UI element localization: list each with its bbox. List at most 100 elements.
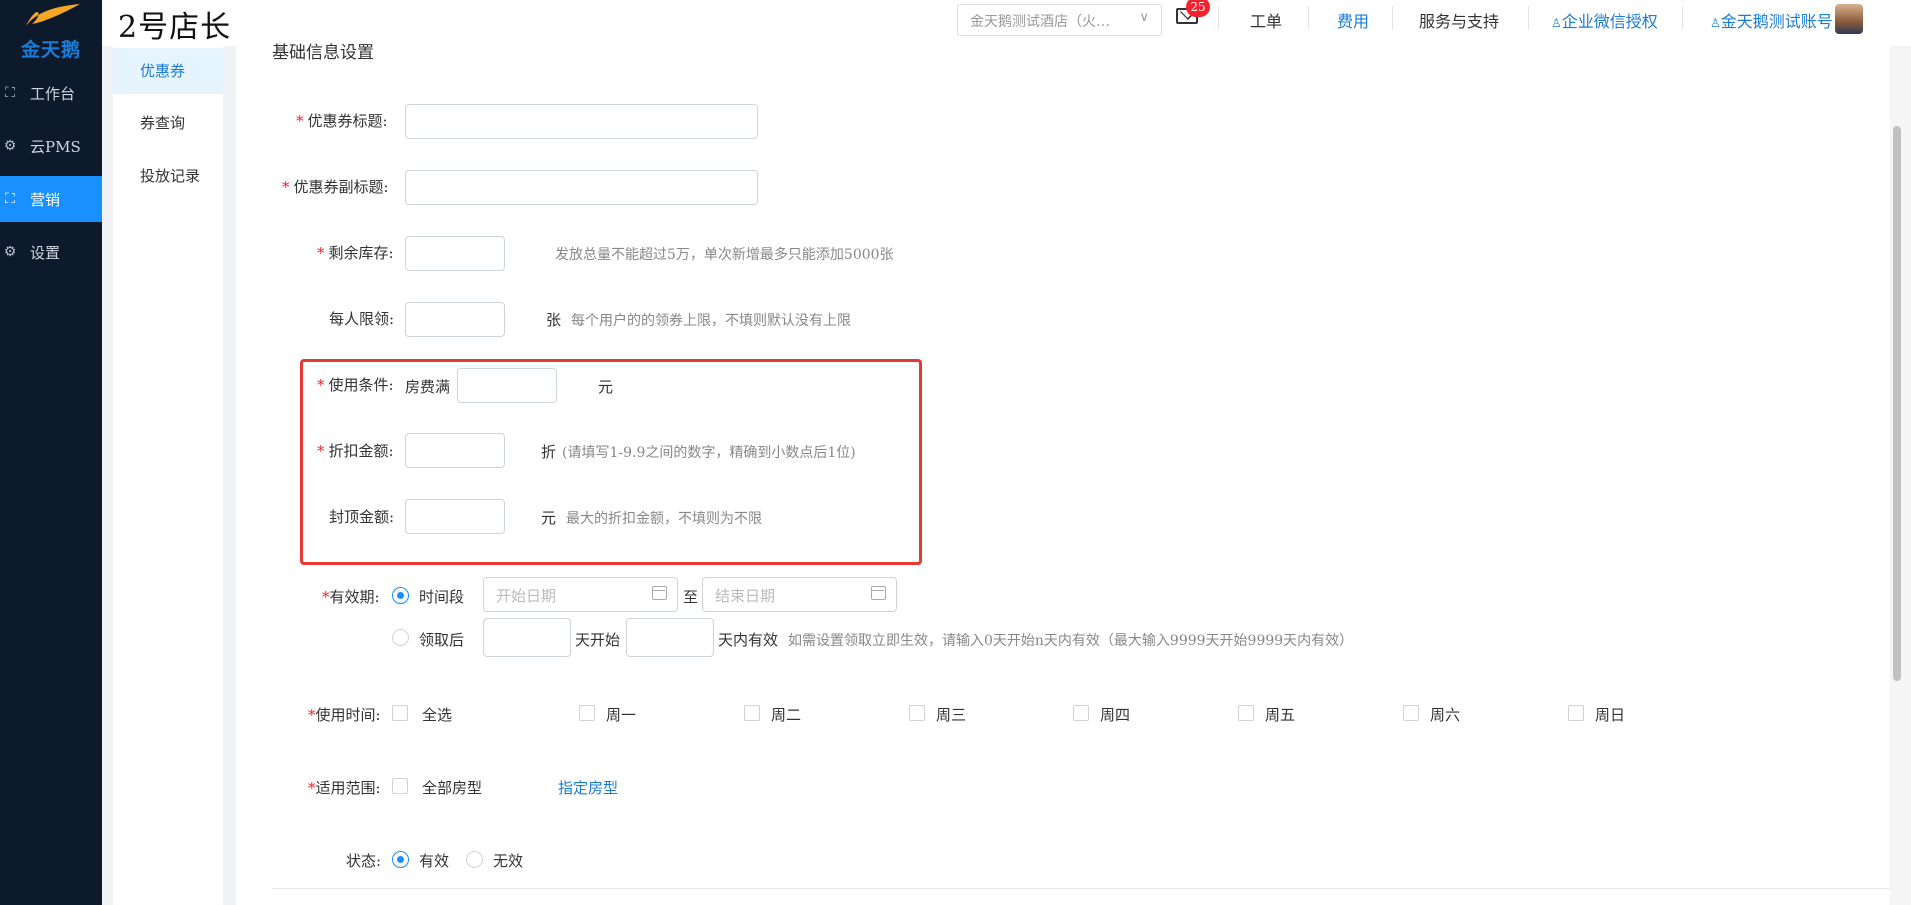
scrollbar[interactable]: [1890, 46, 1911, 905]
day-valid-text: 天内有效: [718, 631, 779, 649]
brand-title: 2号店长: [118, 10, 232, 45]
check-wednesday[interactable]: [909, 705, 925, 721]
divider: [1308, 6, 1309, 30]
gear-icon: ⚙: [3, 138, 17, 154]
sub-nav: 优惠券 券查询 投放记录: [113, 46, 223, 905]
discount-hint: (请填写1-9.9之间的数字，精确到小数点后1位): [562, 445, 856, 461]
condition-amount-input[interactable]: [457, 368, 557, 403]
notification-badge: 25: [1186, 0, 1210, 17]
scan-icon: ⛶: [5, 191, 15, 207]
day-label: 周四: [1100, 706, 1131, 724]
link-account[interactable]: ♙金天鹅测试账号: [1710, 8, 1833, 32]
subnav-item-coupon[interactable]: 优惠券: [113, 48, 223, 94]
all-room-label: 全部房型: [422, 779, 483, 797]
calendar-icon: [871, 586, 886, 600]
sidebar: 金天鹅 ⛶ 工作台 ⚙ 云PMS ⛶ 营销 ⚙ 设置: [0, 0, 102, 905]
avatar[interactable]: [1835, 4, 1863, 34]
check-monday[interactable]: [579, 705, 595, 721]
day-label: 周日: [1595, 706, 1626, 724]
specify-room-link[interactable]: 指定房型: [558, 777, 618, 798]
end-date-placeholder: 结束日期: [715, 587, 776, 605]
status-invalid-radio[interactable]: [466, 851, 483, 868]
after-receive-radio[interactable]: [392, 629, 409, 646]
per-user-input[interactable]: [405, 302, 505, 337]
coupon-subtitle-input[interactable]: [405, 170, 758, 205]
user-icon: ♙: [1551, 16, 1562, 30]
start-date-placeholder: 开始日期: [496, 587, 557, 605]
check-all-rooms[interactable]: [392, 778, 408, 794]
condition-unit: 元: [598, 378, 614, 396]
subnav-item-delivery-record[interactable]: 投放记录: [113, 153, 223, 199]
valid-days-input[interactable]: [626, 618, 714, 657]
hotel-select[interactable]: 金天鹅测试酒店（火… ∨: [957, 4, 1162, 36]
validity-label: *有效期:: [322, 588, 380, 606]
divider: [1218, 6, 1219, 30]
cap-hint: 最大的折扣金额，不填则为不限: [566, 511, 762, 527]
day-start-text: 天开始: [575, 631, 621, 649]
check-tuesday[interactable]: [744, 705, 760, 721]
section-title: 基础信息设置: [272, 43, 374, 63]
coupon-title-label: * 优惠券标题:: [296, 112, 388, 130]
subnav-item-coupon-query[interactable]: 券查询: [113, 100, 223, 146]
divider: [272, 888, 1892, 889]
divider: [1528, 6, 1529, 30]
period-radio[interactable]: [392, 587, 409, 604]
scrollbar-thumb[interactable]: [1893, 126, 1901, 681]
per-user-label: 每人限领:: [329, 310, 395, 328]
after-hint: 如需设置领取立即生效，请输入0天开始n天内有效（最大输入9999天开始9999天…: [788, 633, 1354, 649]
check-sunday[interactable]: [1568, 705, 1584, 721]
day-label: 周二: [771, 706, 802, 724]
chevron-down-icon: ∨: [1139, 10, 1149, 25]
sidebar-item-label: 云PMS: [30, 137, 81, 156]
discount-unit: 折: [541, 443, 557, 461]
sidebar-item-marketing[interactable]: ⛶ 营销: [0, 176, 102, 222]
sidebar-item-label: 设置: [30, 243, 61, 262]
day-label: 周三: [936, 706, 967, 724]
logo-text: 金天鹅: [20, 39, 81, 61]
coupon-subtitle-label: * 优惠券副标题:: [282, 178, 389, 196]
logo: 金天鹅: [18, 0, 84, 61]
status-label: 状态:: [346, 852, 382, 870]
link-fees[interactable]: 费用: [1337, 8, 1369, 32]
stock-hint: 发放总量不能超过5万，单次新增最多只能添加5000张: [555, 247, 894, 263]
account-label: 金天鹅测试账号: [1720, 12, 1833, 31]
swoosh-logo-icon: [26, 4, 80, 26]
end-date-input[interactable]: 结束日期: [702, 577, 897, 612]
calendar-icon: [652, 586, 667, 600]
sidebar-item-label: 工作台: [30, 84, 76, 103]
stock-label: * 剩余库存:: [317, 244, 394, 262]
check-all-days[interactable]: [392, 705, 408, 721]
day-label: 周一: [606, 706, 637, 724]
check-saturday[interactable]: [1403, 705, 1419, 721]
divider: [1392, 6, 1393, 30]
start-date-input[interactable]: 开始日期: [483, 577, 678, 612]
scope-label: *适用范围:: [308, 779, 381, 797]
check-friday[interactable]: [1238, 705, 1254, 721]
cap-label: 封顶金额:: [329, 508, 395, 526]
sidebar-item-workbench[interactable]: ⛶ 工作台: [0, 70, 102, 116]
link-work-order[interactable]: 工单: [1250, 8, 1282, 32]
day-label: 全选: [422, 706, 453, 724]
coupon-title-input[interactable]: [405, 104, 758, 139]
start-day-input[interactable]: [483, 618, 571, 657]
wechat-auth-label: 企业微信授权: [1561, 12, 1658, 31]
after-option-label: 领取后: [419, 631, 465, 649]
sidebar-item-cloud-pms[interactable]: ⚙ 云PMS: [0, 123, 102, 169]
to-text: 至: [683, 588, 699, 606]
divider: [1682, 6, 1683, 30]
sidebar-item-label: 营销: [30, 190, 61, 209]
sidebar-item-settings[interactable]: ⚙ 设置: [0, 229, 102, 275]
discount-input[interactable]: [405, 433, 505, 468]
period-option-label: 时间段: [419, 588, 465, 606]
per-user-hint: 每个用户的的领券上限，不填则默认没有上限: [571, 313, 851, 329]
status-valid-radio[interactable]: [392, 851, 409, 868]
stock-input[interactable]: [405, 236, 505, 271]
cap-input[interactable]: [405, 499, 505, 534]
check-thursday[interactable]: [1073, 705, 1089, 721]
discount-label: * 折扣金额:: [317, 442, 394, 460]
link-wechat-auth[interactable]: ♙企业微信授权: [1551, 8, 1658, 32]
hotel-select-value: 金天鹅测试酒店（火…: [970, 14, 1110, 30]
scan-icon: ⛶: [5, 85, 15, 101]
link-service-support[interactable]: 服务与支持: [1419, 8, 1499, 32]
use-time-label: *使用时间:: [308, 706, 381, 724]
